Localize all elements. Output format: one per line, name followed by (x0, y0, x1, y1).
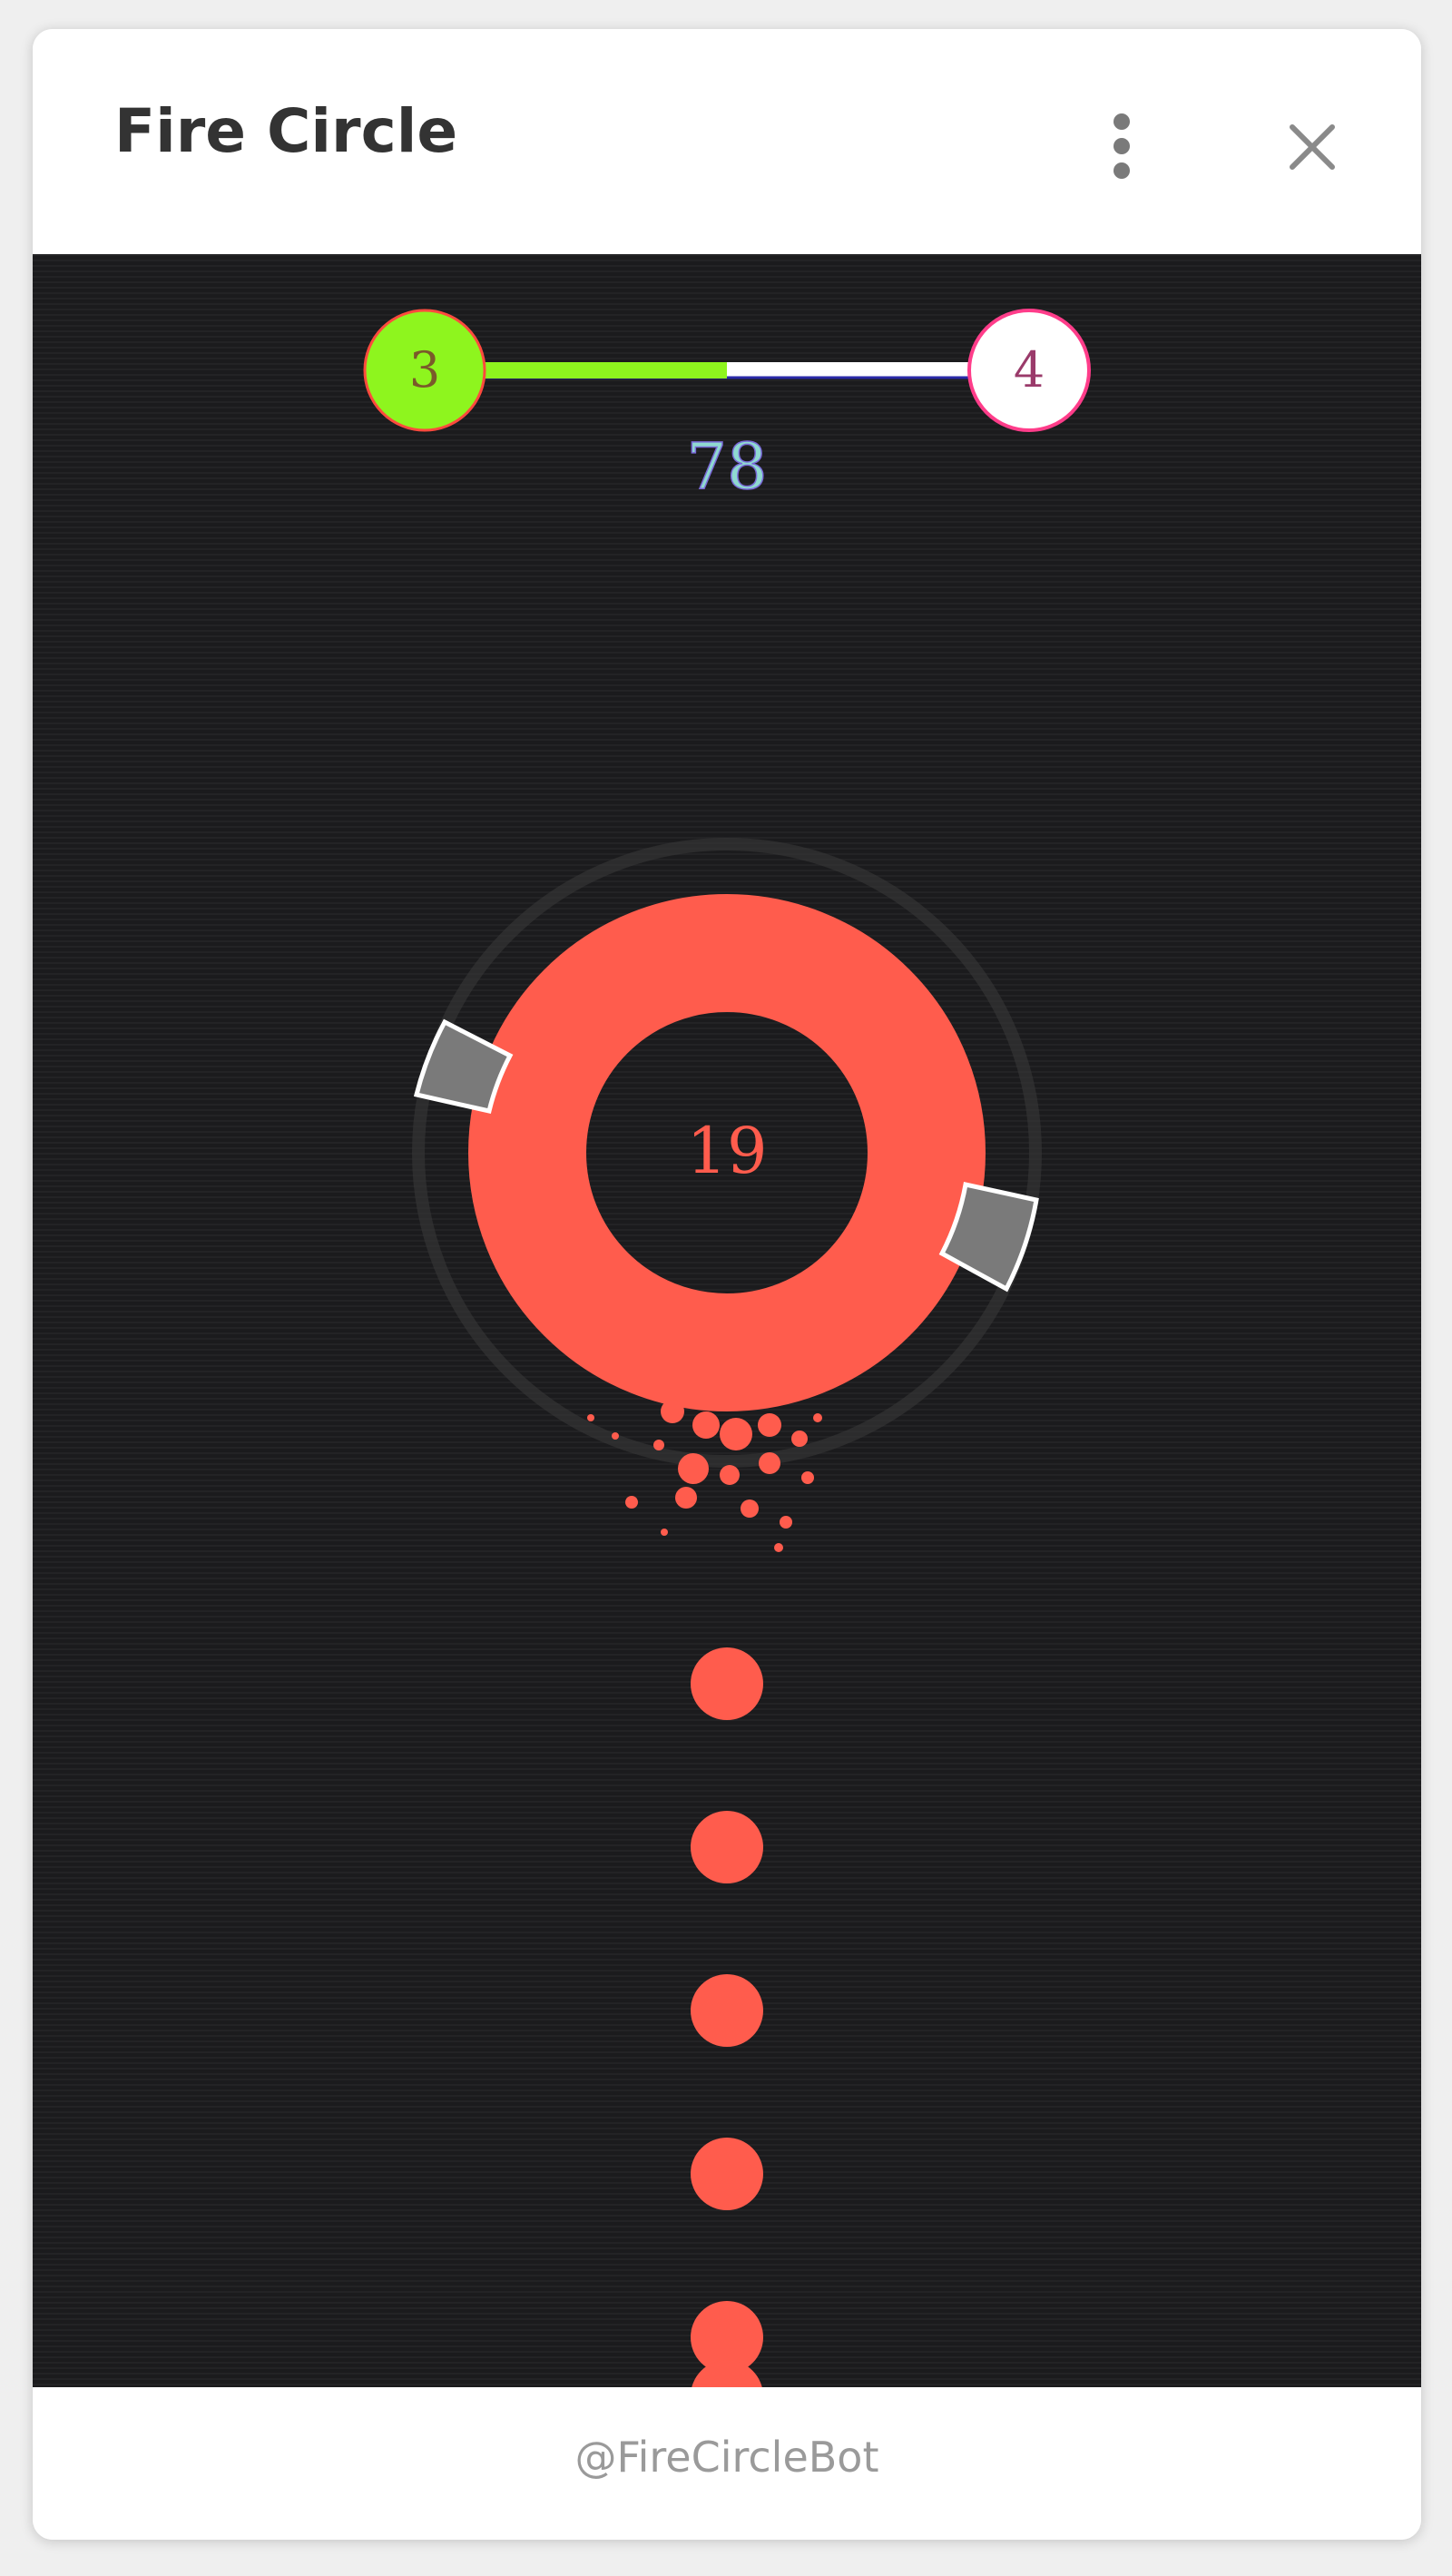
target: 19 (412, 838, 1042, 1468)
projectile (691, 1647, 763, 1720)
score: 78 (686, 429, 767, 504)
window-title: Fire Circle (114, 96, 458, 166)
projectile (691, 1811, 763, 1883)
game-window: Fire Circle 3 4 78 19 @FireCircleBot (33, 29, 1421, 2540)
more-options-button[interactable] (1094, 105, 1149, 187)
close-button[interactable] (1276, 111, 1349, 183)
close-x-icon (1290, 124, 1335, 170)
bot-handle[interactable]: @FireCircleBot (33, 2433, 1421, 2482)
next-level-number: 4 (1014, 341, 1045, 398)
vertical-dots-icon (1114, 113, 1130, 179)
projectile (691, 2138, 763, 2210)
projectile (691, 1974, 763, 2047)
game-scene: 3 4 78 19 (363, 309, 1091, 2387)
hits-remaining-counter: 19 (686, 1114, 767, 1188)
projectile-queue (691, 1647, 763, 2387)
window-header: Fire Circle (33, 29, 1421, 254)
window-footer: @FireCircleBot (33, 2387, 1421, 2540)
current-level-number: 3 (409, 341, 440, 398)
impact-particles (587, 1400, 822, 1552)
projectile (692, 2360, 762, 2387)
level-progress: 3 4 (363, 309, 1091, 432)
game-canvas[interactable]: 3 4 78 19 (33, 254, 1421, 2387)
